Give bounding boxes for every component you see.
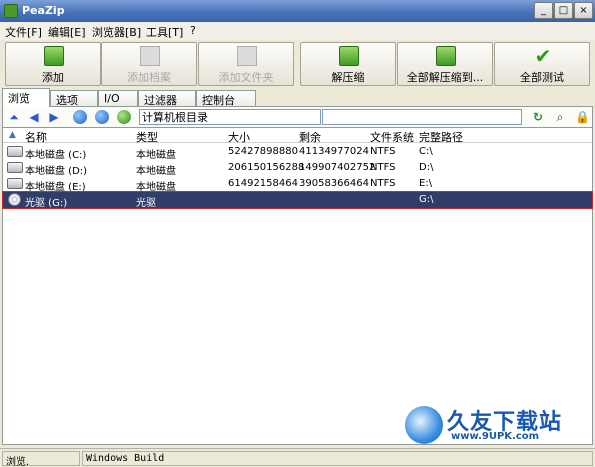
path-input[interactable] (139, 109, 321, 125)
row-type: 本地磁盘 (136, 182, 176, 193)
drive-icon (7, 162, 23, 173)
row-filesystem: NTFS (370, 146, 396, 157)
file-list: ▲ 名称 类型 大小 剩余 文件系统 完整路径 本地磁盘 (C:) 本地磁盘 5… (2, 128, 593, 445)
back-icon[interactable]: ◀ (27, 110, 41, 124)
watermark-url: www.9UPK.com (451, 431, 540, 442)
forward-icon[interactable]: ▶ (47, 110, 61, 124)
row-name: 光驱 (G:) (25, 198, 68, 209)
row-size: 52427898880 (228, 146, 298, 157)
column-header: ▲ 名称 类型 大小 剩余 文件系统 完整路径 (3, 128, 592, 145)
status-build: Windows Build (82, 451, 593, 466)
toolbar: 添加 添加档案 添加文件夹 解压缩 全部解压缩到... ✔ 全部测试 (0, 40, 595, 88)
tab-console[interactable]: 控制台 (196, 90, 256, 107)
menu-tools[interactable]: 工具[T] (146, 24, 183, 40)
menu-file[interactable]: 文件[F] (5, 24, 42, 40)
add-label: 添加 (42, 71, 64, 84)
app-icon (4, 4, 18, 18)
cd-icon (8, 193, 21, 206)
search-icon[interactable]: ⌕ (553, 110, 567, 124)
row-free: 41134977024 (299, 146, 369, 157)
refresh-icon[interactable]: ↻ (531, 110, 545, 124)
drive-icon (7, 146, 23, 157)
lock-icon[interactable]: 🔒 (575, 110, 590, 124)
drive-icon (7, 178, 23, 189)
row-type: 光驱 (136, 198, 156, 209)
col-filesystem[interactable]: 文件系统 (370, 129, 414, 145)
row-size: 61492158464 (228, 178, 298, 189)
up-icon[interactable]: ⏶ (7, 110, 21, 124)
row-filesystem: NTFS (370, 178, 396, 189)
row-free: 39058366464 (299, 178, 369, 189)
table-row[interactable]: 本地磁盘 (C:) 本地磁盘 52427898880 41134977024 N… (3, 144, 592, 161)
title-bar: PeaZip _ □ × (0, 0, 595, 22)
table-row-selected[interactable]: 光驱 (G:) 光驱 G:\ (2, 191, 593, 209)
extract-icon (339, 46, 359, 66)
tab-io[interactable]: I/O (98, 90, 138, 106)
sort-icon[interactable]: ▲ (9, 130, 21, 140)
extract-label: 解压缩 (331, 71, 365, 84)
row-type: 本地磁盘 (136, 150, 176, 161)
extract-button[interactable]: 解压缩 (300, 42, 396, 86)
row-size: 206150156288 (228, 162, 305, 173)
col-size[interactable]: 大小 (228, 129, 250, 145)
add-archive-label: 添加档案 (127, 71, 171, 84)
col-free[interactable]: 剩余 (299, 129, 321, 145)
extract-all-icon (436, 46, 456, 66)
row-name: 本地磁盘 (E:) (25, 182, 86, 193)
row-type: 本地磁盘 (136, 166, 176, 177)
add-icon (44, 46, 64, 66)
minimize-button[interactable]: _ (534, 2, 553, 19)
tab-browse[interactable]: 浏览 (2, 88, 50, 107)
bookmark-globe-icon[interactable] (117, 110, 131, 124)
tab-options[interactable]: 选项 (50, 90, 98, 107)
maximize-button[interactable]: □ (554, 2, 573, 19)
add-folder-label: 添加文件夹 (218, 71, 274, 84)
col-type[interactable]: 类型 (136, 129, 158, 145)
row-path: C:\ (419, 146, 433, 157)
menu-help[interactable]: ? (190, 24, 196, 37)
status-bar: 浏览. Windows Build (0, 448, 595, 467)
menu-bar: 文件[F] 编辑[E] 浏览器[B] 工具[T] ? (0, 22, 595, 40)
row-path: E:\ (419, 178, 433, 189)
row-filesystem: NTFS (370, 162, 396, 173)
window-title: PeaZip (22, 4, 65, 17)
row-free: 149907402752 (299, 162, 376, 173)
add-folder-button[interactable]: 添加文件夹 (198, 42, 294, 86)
extract-all-button[interactable]: 全部解压缩到... (397, 42, 493, 86)
extract-all-label: 全部解压缩到... (406, 71, 484, 84)
tab-filter[interactable]: 过滤器 (138, 90, 196, 107)
table-row[interactable]: 本地磁盘 (E:) 本地磁盘 61492158464 39058366464 N… (3, 176, 592, 193)
row-path: G:\ (419, 194, 434, 205)
table-row[interactable]: 本地磁盘 (D:) 本地磁盘 206150156288 149907402752… (3, 160, 592, 177)
watermark: 久友下载站 www.9UPK.com (405, 404, 595, 448)
row-path: D:\ (419, 162, 434, 173)
watermark-logo-icon (405, 406, 443, 444)
navigation-bar: ⏶ ◀ ▶ ↻ ⌕ 🔒 (2, 106, 593, 128)
add-archive-icon (140, 46, 160, 66)
add-button[interactable]: 添加 (5, 42, 101, 86)
row-name: 本地磁盘 (C:) (25, 150, 87, 161)
menu-edit[interactable]: 编辑[E] (48, 24, 86, 40)
close-button[interactable]: × (574, 2, 593, 19)
status-text: 浏览. (2, 451, 80, 467)
test-all-label: 全部测试 (520, 71, 564, 84)
check-icon: ✔ (534, 44, 552, 68)
menu-browser[interactable]: 浏览器[B] (92, 24, 141, 40)
home-globe-icon[interactable] (73, 110, 87, 124)
tab-strip: 浏览 选项 I/O 过滤器 控制台 (0, 88, 595, 107)
add-archive-button[interactable]: 添加档案 (101, 42, 197, 86)
network-globe-icon[interactable] (95, 110, 109, 124)
row-name: 本地磁盘 (D:) (25, 166, 88, 177)
filter-input[interactable] (322, 109, 522, 125)
test-all-button[interactable]: ✔ 全部测试 (494, 42, 590, 86)
col-name[interactable]: 名称 (25, 129, 47, 145)
add-folder-icon (237, 46, 257, 66)
col-fullpath[interactable]: 完整路径 (419, 129, 463, 145)
